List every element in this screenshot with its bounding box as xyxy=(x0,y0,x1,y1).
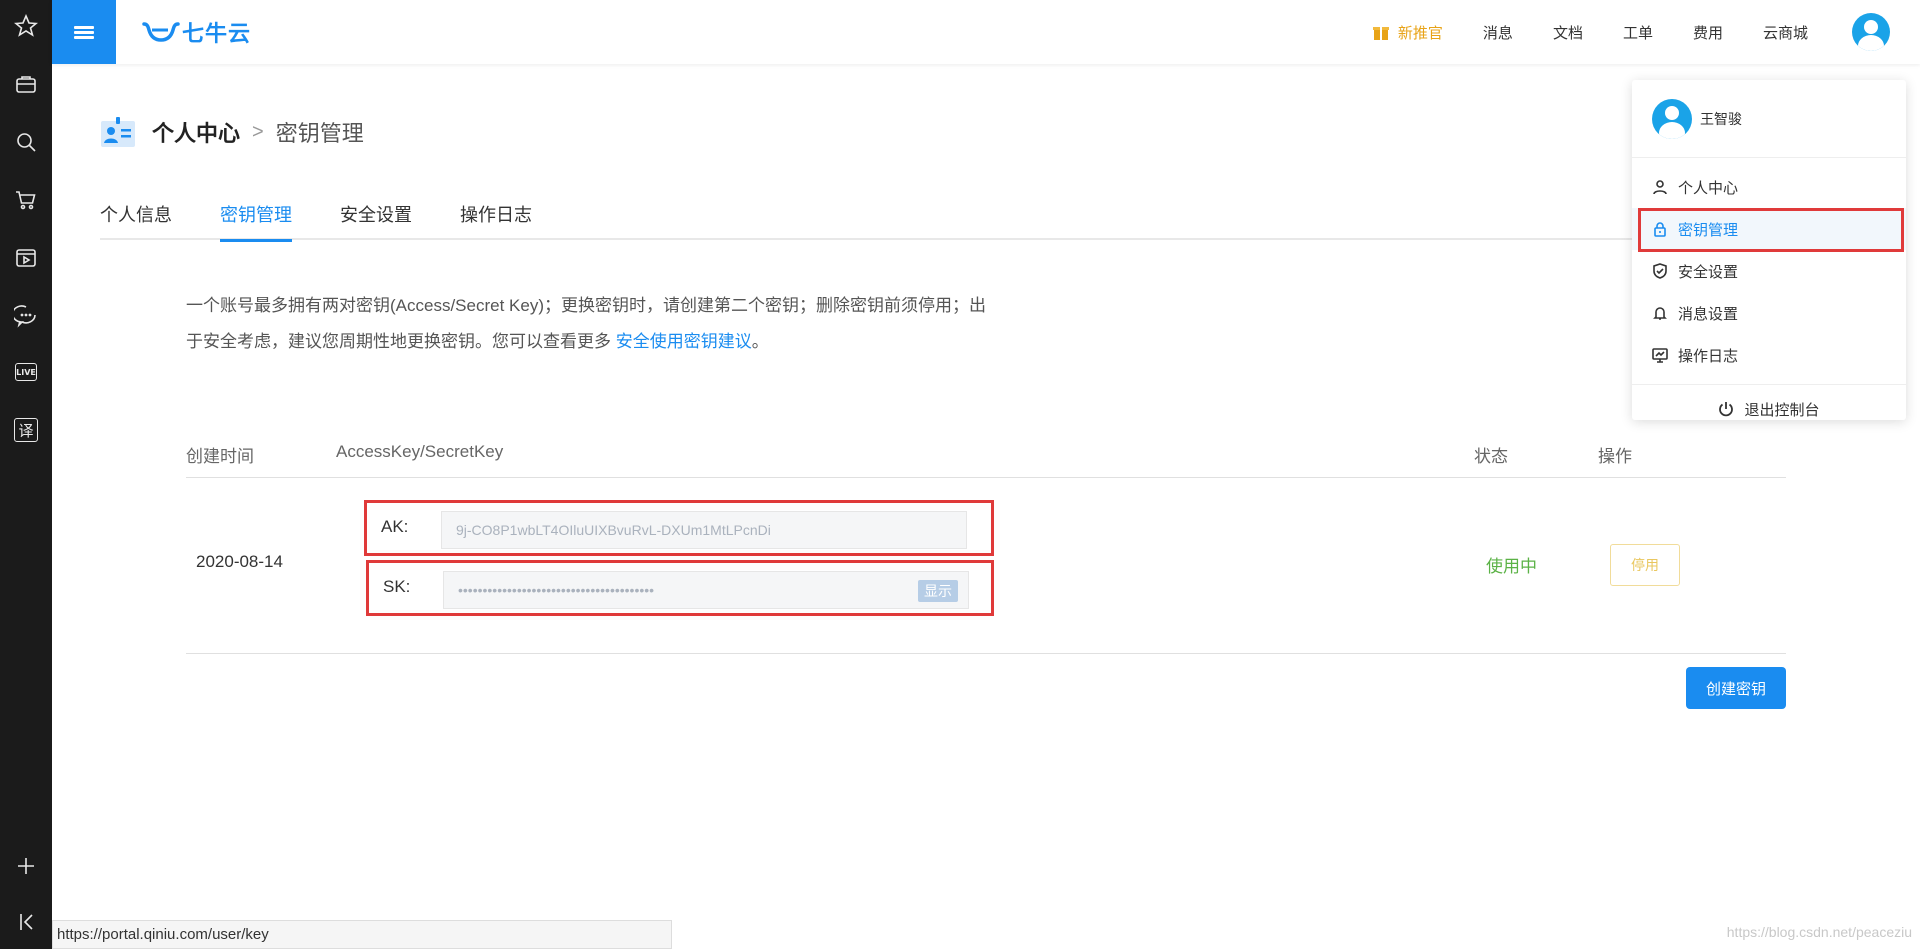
shield-icon xyxy=(1653,263,1667,279)
watermark: https://blog.csdn.net/peaceziu xyxy=(1726,924,1912,940)
bell-icon xyxy=(1653,307,1667,320)
nav-marketplace[interactable]: 云商城 xyxy=(1763,22,1808,43)
logo-icon xyxy=(142,22,180,42)
dropdown-user: 王智骏 xyxy=(1632,80,1906,158)
hamburger-menu-button[interactable] xyxy=(52,0,116,64)
avatar xyxy=(1652,98,1692,139)
header-action: 操作 xyxy=(1598,447,1632,466)
briefcase-icon[interactable] xyxy=(0,64,52,104)
search-icon[interactable] xyxy=(0,122,52,162)
tab-bar: 个人信息 密钥管理 安全设置 操作日志 xyxy=(100,184,1788,242)
ak-label: AK: xyxy=(381,517,409,536)
logout-button[interactable]: 退出控制台 xyxy=(1632,385,1906,433)
tab-security[interactable]: 安全设置 xyxy=(340,184,412,240)
keys-table: 创建时间 AccessKey/SecretKey 状态 操作 2020-08-1… xyxy=(186,434,1786,709)
menu-item-notifications[interactable]: 消息设置 xyxy=(1632,292,1906,334)
lock-icon xyxy=(1654,222,1666,237)
menu-item-logs[interactable]: 操作日志 xyxy=(1632,334,1906,376)
nav-tickets[interactable]: 工单 xyxy=(1623,22,1653,43)
promo-link[interactable]: 新推官 xyxy=(1372,22,1443,43)
security-tips-link[interactable]: 安全使用密钥建议 xyxy=(616,332,752,351)
menu-item-security[interactable]: 安全设置 xyxy=(1632,250,1906,292)
nav-docs[interactable]: 文档 xyxy=(1553,22,1583,43)
breadcrumb-separator: > xyxy=(252,120,264,143)
tab-profile[interactable]: 个人信息 xyxy=(100,184,172,240)
disable-button[interactable]: 停用 xyxy=(1610,544,1680,586)
star-icon[interactable] xyxy=(0,6,52,46)
video-icon[interactable] xyxy=(0,238,52,278)
nav-messages[interactable]: 消息 xyxy=(1483,22,1513,43)
user-dropdown: 王智骏 个人中心 密钥管理 安全设置 消息设置 操作日志 退出控制台 xyxy=(1632,80,1906,420)
collapse-icon[interactable] xyxy=(0,902,52,942)
cart-icon[interactable] xyxy=(0,180,52,220)
monitor-icon xyxy=(1652,348,1668,363)
header-created: 创建时间 xyxy=(186,447,254,466)
create-key-button[interactable]: 创建密钥 xyxy=(1686,667,1786,709)
status-badge: 使用中 xyxy=(1486,557,1537,576)
left-rail: LIVE 译 xyxy=(0,0,52,949)
plus-icon[interactable] xyxy=(0,846,52,886)
breadcrumb-root[interactable]: 个人中心 xyxy=(152,116,240,148)
nav-billing[interactable]: 费用 xyxy=(1693,22,1723,43)
menu-item-profile[interactable]: 个人中心 xyxy=(1632,166,1906,208)
description: 一个账号最多拥有两对密钥(Access/Secret Key)；更换密钥时，请创… xyxy=(186,296,986,351)
menu-item-keys[interactable]: 密钥管理 xyxy=(1632,208,1906,252)
show-secret-button[interactable]: 显示 xyxy=(918,580,958,602)
power-icon xyxy=(1719,402,1734,417)
breadcrumb: 个人中心 > 密钥管理 xyxy=(100,116,364,148)
tab-logs[interactable]: 操作日志 xyxy=(460,184,532,240)
avatar[interactable] xyxy=(1852,13,1890,51)
top-bar: 七牛云 新推官 消息 文档 工单 费用 云商城 xyxy=(52,0,1920,64)
header-keys: AccessKey/SecretKey xyxy=(336,442,504,461)
status-bar-url: https://portal.qiniu.com/user/key xyxy=(52,920,672,949)
top-nav: 新推官 消息 文档 工单 费用 云商城 xyxy=(1372,0,1920,64)
chat-icon[interactable] xyxy=(0,296,52,336)
gift-icon xyxy=(1372,27,1389,40)
sk-highlight: SK: ••••••••••••••••••••••••••••••••••••… xyxy=(366,560,994,616)
sk-field[interactable]: ••••••••••••••••••••••••••••••••••••••••… xyxy=(443,571,969,609)
user-icon xyxy=(1653,180,1667,195)
live-icon[interactable]: LIVE xyxy=(0,352,52,392)
dropdown-menu: 个人中心 密钥管理 安全设置 消息设置 操作日志 xyxy=(1632,158,1906,385)
page-title: 密钥管理 xyxy=(275,121,364,146)
created-date: 2020-08-14 xyxy=(196,552,283,571)
id-card-icon xyxy=(101,117,135,147)
translate-icon[interactable]: 译 xyxy=(0,410,52,450)
ak-highlight: AK: 9j-CO8P1wbLT4OIluUIXBvuRvL-DXUm1MtLP… xyxy=(364,500,994,556)
header-status: 状态 xyxy=(1474,447,1508,466)
tab-keys[interactable]: 密钥管理 xyxy=(220,184,292,242)
table-header: 创建时间 AccessKey/SecretKey 状态 操作 xyxy=(186,434,1786,478)
table-row: 2020-08-14 AK: 9j-CO8P1wbLT4OIluUIXBvuRv… xyxy=(186,478,1786,654)
qiniu-logo[interactable]: 七牛云 xyxy=(140,16,251,48)
ak-field[interactable]: 9j-CO8P1wbLT4OIluUIXBvuRvL-DXUm1MtLPcnDi xyxy=(441,511,967,549)
sk-label: SK: xyxy=(383,577,411,596)
username: 王智骏 xyxy=(1700,110,1742,127)
